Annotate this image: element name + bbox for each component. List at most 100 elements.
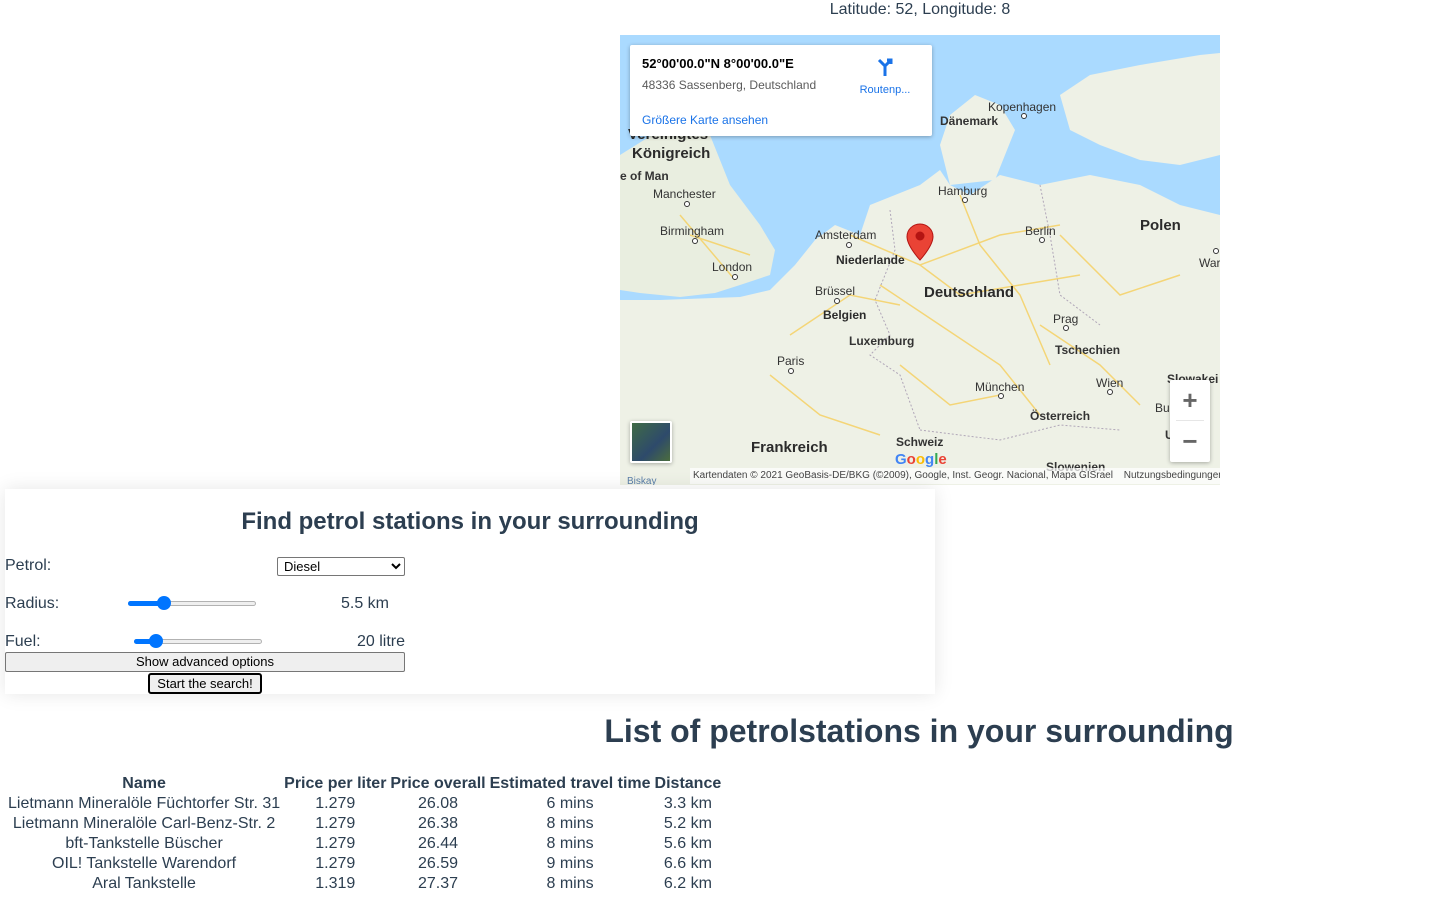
station-name: OIL! Tankstelle Warendorf	[52, 855, 237, 872]
map-label-hamburg: Hamburg	[938, 184, 988, 198]
route-planner-label: Routenp...	[859, 84, 911, 96]
map-label-manchester: Manchester	[653, 187, 716, 201]
distance: 5.2 km	[663, 815, 712, 832]
map-label-deutschland: Deutschland	[924, 284, 1015, 301]
distance: 6.2 km	[663, 875, 712, 892]
petrol-label: Petrol:	[5, 557, 52, 574]
radius-value: 5.5 km	[340, 595, 389, 612]
fuel-slider[interactable]	[134, 633, 262, 649]
map-label-biskay: Biskay	[627, 476, 657, 485]
distance: 6.6 km	[663, 855, 712, 872]
city-dot	[1021, 113, 1027, 119]
map-attribution: Kartendaten © 2021 GeoBasis-DE/BKG (©200…	[690, 468, 1220, 484]
search-form-panel: Find petrol stations in your surrounding…	[5, 489, 935, 694]
price-per-liter: 1.279	[315, 855, 356, 872]
zoom-out-button[interactable]: −	[1170, 421, 1210, 461]
map-label-paris: Paris	[777, 354, 805, 368]
zoom-control: + −	[1170, 380, 1210, 462]
start-search-button[interactable]: Start the search!	[148, 673, 262, 694]
city-dot	[846, 242, 852, 248]
column-header-travel-time: Estimated travel time	[489, 775, 651, 792]
results-title: List of petrolstations in your surroundi…	[604, 713, 1234, 749]
fuel-label: Fuel:	[5, 633, 41, 650]
map-label-frankreich: Frankreich	[751, 439, 828, 456]
price-overall: 26.59	[417, 855, 459, 872]
table-row: Lietmann Mineralöle Füchtorfer Str. 31 1…	[7, 795, 722, 813]
radius-slider[interactable]	[128, 595, 256, 611]
coordinates-text: Latitude: 52, Longitude: 8	[829, 1, 1011, 18]
table-row: Aral Tankstelle 1.319 27.37 8 mins 6.2 k…	[7, 875, 722, 893]
route-planner-button[interactable]: Routenp...	[850, 57, 920, 96]
satellite-layer-toggle[interactable]	[630, 421, 672, 463]
city-dot	[788, 368, 794, 374]
map-label-belgien: Belgien	[823, 308, 867, 322]
price-per-liter: 1.279	[315, 795, 356, 812]
radius-slider-thumb[interactable]	[156, 596, 171, 610]
info-card-coordinates: 52°00'00.0"N 8°00'00.0"E	[642, 56, 794, 71]
map-label-daenemark: Dänemark	[940, 114, 999, 128]
zoom-in-button[interactable]: +	[1170, 380, 1210, 420]
travel-time: 8 mins	[546, 835, 594, 852]
city-dot	[998, 393, 1004, 399]
map-label-muenchen: München	[975, 380, 1025, 394]
map-label-schweiz: Schweiz	[896, 435, 944, 449]
radius-label: Radius:	[5, 595, 60, 612]
city-dot	[1107, 389, 1113, 395]
map-label-oesterreich: Österreich	[1030, 409, 1091, 423]
station-name: Lietmann Mineralöle Füchtorfer Str. 31	[8, 795, 281, 812]
station-name: Lietmann Mineralöle Carl-Benz-Str. 2	[12, 815, 276, 832]
map-label-warsc: Warsc	[1199, 256, 1220, 270]
google-logo: Google	[895, 451, 947, 468]
map-label-isle-of-man: e of Man	[620, 169, 669, 183]
map[interactable]: Vereinigtes Königreich e of Man Manchest…	[620, 35, 1220, 485]
city-dot	[834, 298, 840, 304]
map-label-niederlande: Niederlande	[836, 253, 905, 267]
city-dot	[684, 201, 690, 207]
petrol-select[interactable]: Diesel	[277, 557, 405, 576]
city-dot	[1039, 237, 1045, 243]
column-header-price-per-liter: Price per liter	[284, 775, 387, 792]
form-title: Find petrol stations in your surrounding	[241, 508, 699, 535]
map-label-kopenhagen: Kopenhagen	[988, 100, 1057, 114]
map-label-koenigreich: Königreich	[632, 145, 711, 162]
table-row: bft-Tankstelle Büscher 1.279 26.44 8 min…	[7, 835, 722, 853]
directions-icon	[877, 58, 893, 76]
travel-time: 9 mins	[546, 855, 594, 872]
table-row: OIL! Tankstelle Warendorf 1.279 26.59 9 …	[7, 855, 722, 873]
city-dot	[962, 197, 968, 203]
results-table: Name Price per liter Price overall Estim…	[5, 773, 724, 895]
map-label-luxemburg: Luxemburg	[849, 334, 915, 348]
city-dot	[1063, 325, 1069, 331]
terms-link[interactable]: Nutzungsbedingungen	[1124, 470, 1220, 481]
price-overall: 26.44	[417, 835, 459, 852]
show-advanced-options-button[interactable]: Show advanced options	[5, 652, 405, 672]
bigger-map-link[interactable]: Größere Karte ansehen	[642, 113, 768, 127]
map-label-prag: Prag	[1053, 312, 1079, 326]
distance: 3.3 km	[663, 795, 712, 812]
location-pin-icon[interactable]	[906, 223, 934, 266]
station-name: bft-Tankstelle Büscher	[65, 835, 223, 852]
price-per-liter: 1.279	[315, 815, 356, 832]
price-overall: 27.37	[417, 875, 459, 892]
travel-time: 8 mins	[546, 815, 594, 832]
price-overall: 26.38	[417, 815, 459, 832]
fuel-slider-thumb[interactable]	[148, 634, 163, 648]
info-card-address: 48336 Sassenberg, Deutschland	[642, 78, 817, 92]
map-label-wien: Wien	[1096, 376, 1124, 390]
map-label-tschechien: Tschechien	[1055, 343, 1121, 357]
map-label-birmingham: Birmingham	[660, 224, 725, 238]
station-name: Aral Tankstelle	[92, 875, 196, 892]
city-dot	[1213, 248, 1219, 254]
map-label-amsterdam: Amsterdam	[815, 228, 877, 242]
column-header-distance: Distance	[654, 775, 722, 792]
fuel-value: 20 litre	[356, 633, 405, 650]
travel-time: 8 mins	[546, 875, 594, 892]
price-overall: 26.08	[417, 795, 459, 812]
city-dot	[732, 274, 738, 280]
table-row: Lietmann Mineralöle Carl-Benz-Str. 2 1.2…	[7, 815, 722, 833]
map-label-bruessel: Brüssel	[815, 284, 856, 298]
map-label-polen: Polen	[1140, 217, 1181, 234]
travel-time: 6 mins	[546, 795, 594, 812]
price-per-liter: 1.319	[315, 875, 356, 892]
column-header-price-overall: Price overall	[390, 775, 486, 792]
